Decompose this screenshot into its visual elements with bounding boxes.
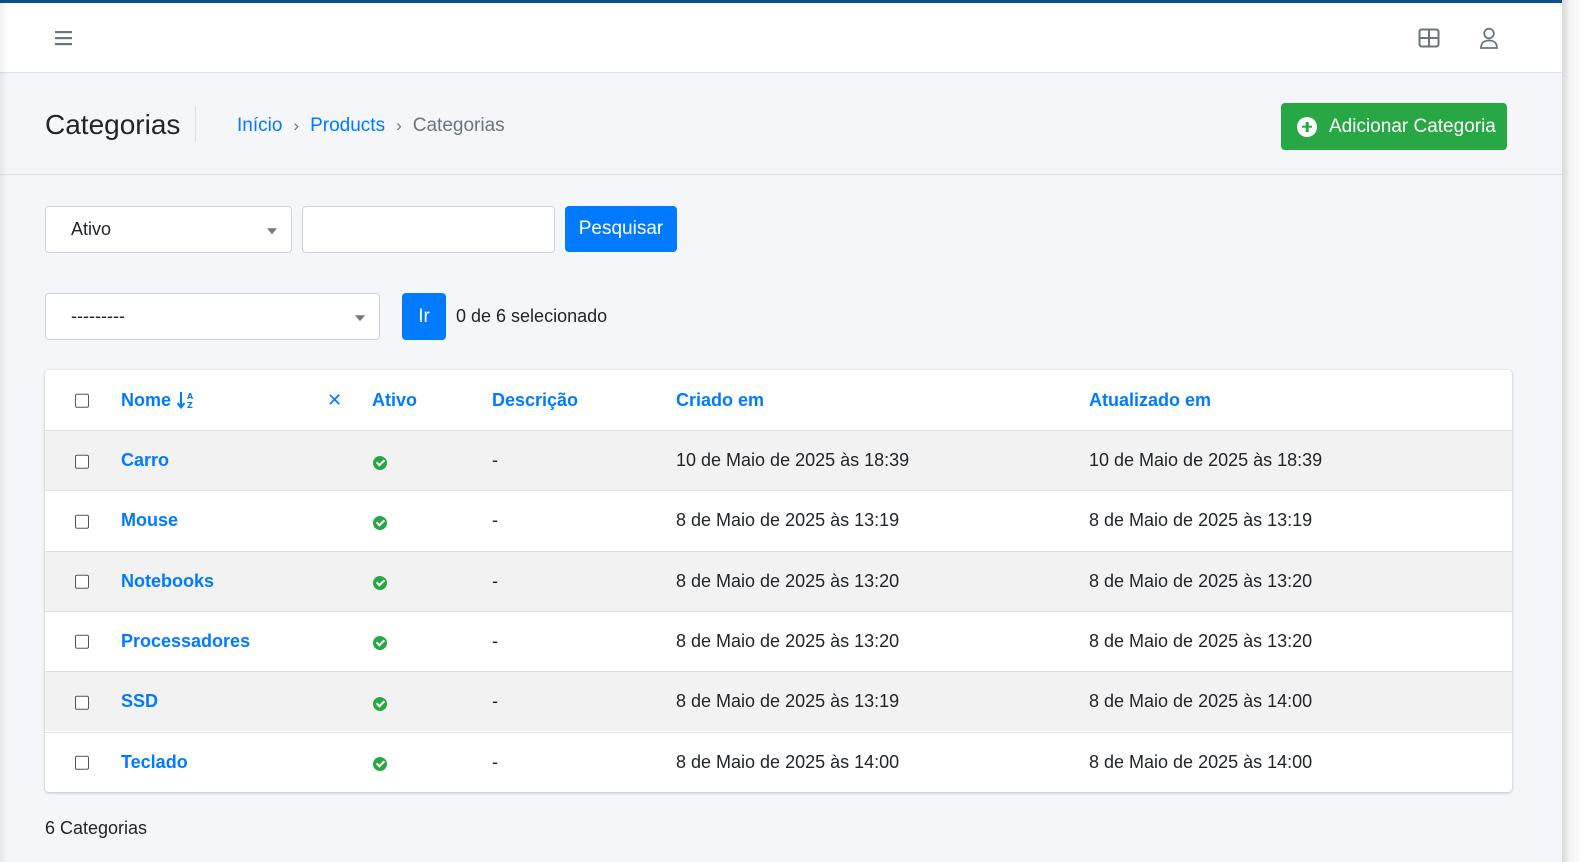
result-count: 6 Categorias [45,818,148,838]
breadcrumb-separator: › [293,116,300,135]
check-circle-icon [373,636,387,651]
updated-cell: 8 de Maio de 2025 às 13:19 [1089,510,1313,531]
active-cell [372,672,387,731]
active-cell [372,552,387,611]
category-name-link[interactable]: Teclado [121,752,188,773]
description-cell: - [492,510,498,531]
created-cell: 8 de Maio de 2025 às 13:19 [676,691,900,712]
add-category-button[interactable]: Adicionar Categoria [1281,103,1507,150]
active-cell [372,491,387,550]
updated-cell: 10 de Maio de 2025 às 18:39 [1089,450,1323,470]
table-row: Mouse - 8 de Maio de 2025 às 13:19 8 de Mai… [45,490,1512,550]
status-filter-select[interactable]: Ativo [45,206,292,253]
description-cell: - [492,691,498,712]
content-header: Categorias Início › Products › Categoria… [0,73,1562,175]
breadcrumb-current: Categorias [412,115,505,136]
category-name-link[interactable]: Carro [121,450,169,471]
column-header-name-label: Nome [121,389,172,410]
svg-text:A: A [187,392,194,401]
svg-text:Z: Z [187,401,193,409]
updated-cell: 8 de Maio de 2025 às 13:20 [1089,570,1313,591]
bulk-action-select[interactable]: --------- [45,293,380,340]
category-name-link[interactable]: Processadores [121,631,250,652]
selected-counter: 0 de 6 selecionado [456,306,608,326]
page-title: Categorias [45,109,181,140]
select-all-checkbox[interactable] [75,393,89,408]
updated-cell: 8 de Maio de 2025 às 14:00 [1089,691,1313,712]
name-cell: Mouse [121,491,178,550]
active-cell [372,733,387,792]
check-circle-icon [373,696,387,711]
name-cell: Teclado [121,733,188,792]
active-cell [372,612,387,671]
table-header: Nome AZ ✕ Ativo Descrição Criado em Atua… [45,370,1512,430]
table-row: Notebooks - 8 de Maio de 2025 às 13:20 8 de… [45,550,1512,611]
category-name-link[interactable]: Notebooks [121,571,214,592]
created-cell: 10 de Maio de 2025 às 18:39 [676,450,910,470]
description-cell: - [492,570,498,591]
name-cell: SSD [121,672,158,731]
updated-cell: 8 de Maio de 2025 às 14:00 [1089,751,1313,772]
name-cell: Processadores [121,612,250,671]
row-checkbox[interactable] [75,574,89,589]
updated-cell: 8 de Maio de 2025 às 13:20 [1089,630,1313,651]
column-header-updated[interactable]: Atualizado em [1089,370,1211,430]
column-header-active[interactable]: Ativo [372,370,417,430]
active-cell [372,431,387,490]
description-cell: - [492,450,498,470]
status-filter-value: Ativo [71,219,112,239]
row-checkbox[interactable] [75,695,89,710]
row-checkbox[interactable] [75,454,89,469]
breadcrumb-link-products[interactable]: Products [310,113,385,139]
breadcrumb-link-inicio[interactable]: Início [237,113,282,139]
breadcrumb: Início › Products › Categorias [237,113,505,139]
check-circle-icon [373,757,387,771]
categories-table: Nome AZ ✕ Ativo Descrição Criado em Atua… [45,370,1512,792]
description-cell: - [492,630,498,651]
category-name-link[interactable]: SSD [121,691,158,712]
name-cell: Notebooks [121,552,214,611]
created-cell: 8 de Maio de 2025 às 13:19 [676,510,900,531]
row-checkbox[interactable] [75,755,89,770]
check-circle-icon [373,576,387,591]
check-circle-icon [373,455,387,470]
caret-down-icon [355,314,365,321]
table-row: SSD - 8 de Maio de 2025 às 13:19 8 de Maio … [45,671,1512,732]
category-name-link[interactable]: Mouse [121,510,178,531]
hamburger-menu-icon[interactable] [49,23,79,53]
breadcrumb-separator: › [396,116,402,135]
row-checkbox[interactable] [75,635,89,650]
window-edge [1562,0,1582,862]
description-cell: - [492,751,498,772]
search-button[interactable]: Pesquisar [565,206,677,252]
top-navbar [0,3,1562,73]
check-circle-icon [373,515,387,530]
column-header-name[interactable]: Nome AZ [121,370,197,430]
app-window: Categorias Início › Products › Categoria… [0,0,1562,862]
search-input[interactable] [302,206,555,253]
caret-down-icon [267,227,277,234]
created-cell: 8 de Maio de 2025 às 14:00 [676,751,900,772]
created-cell: 8 de Maio de 2025 às 13:20 [676,570,900,591]
sort-ascending-icon[interactable]: AZ [177,391,197,409]
title-divider [195,106,196,142]
column-header-created[interactable]: Criado em [676,370,764,430]
plus-circle-icon [1297,116,1317,137]
clear-sort-icon[interactable]: ✕ [327,370,342,430]
add-category-label: Adicionar Categoria [1329,115,1496,137]
user-icon[interactable] [1474,23,1504,53]
table-row: Processadores - 8 de Maio de 2025 às 13:20… [45,610,1512,671]
go-button[interactable]: Ir [402,293,446,340]
name-cell: Carro [121,431,169,490]
table-row: Teclado - 8 de Maio de 2025 às 14:00 8 de M… [45,731,1512,792]
created-cell: 8 de Maio de 2025 às 13:20 [676,630,900,651]
column-header-description[interactable]: Descrição [492,370,578,430]
bulk-action-value: --------- [71,306,125,326]
table-row: Carro - 10 de Maio de 2025 às 18:39 10 de M… [45,430,1512,490]
row-checkbox[interactable] [75,514,89,529]
grid-apps-icon[interactable] [1414,23,1444,53]
